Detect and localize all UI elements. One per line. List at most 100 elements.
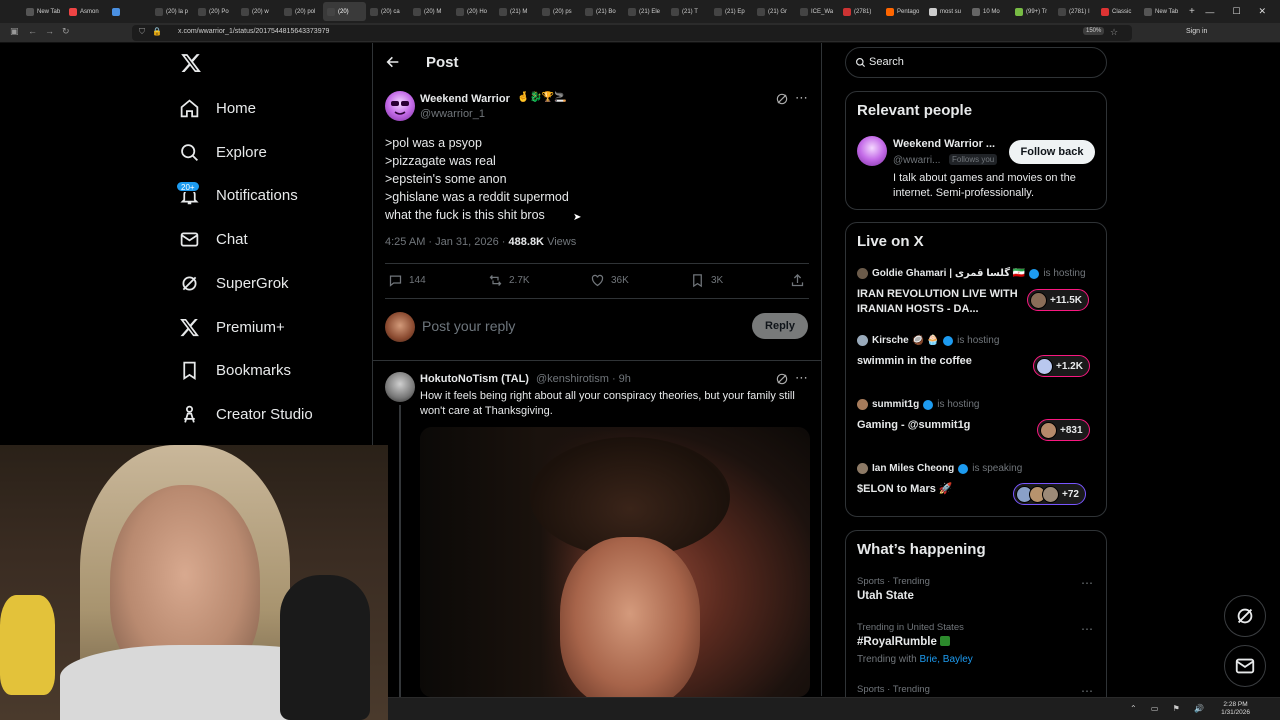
- nav-chat[interactable]: Chat: [179, 224, 248, 254]
- browser-tab[interactable]: 10 Mo: [968, 2, 1011, 21]
- reply-media-image[interactable]: [420, 427, 810, 697]
- nav-explore[interactable]: Explore: [179, 137, 267, 167]
- sidebar-toggle-icon[interactable]: ▣: [10, 26, 19, 37]
- relevant-handle[interactable]: @wwarri...: [893, 155, 940, 166]
- browser-tab[interactable]: (20): [323, 2, 366, 21]
- bookmark-star-icon[interactable]: ☆: [1110, 27, 1118, 38]
- browser-tab[interactable]: (21) Gr: [753, 2, 796, 21]
- trend-name[interactable]: #RoyalRumble: [857, 636, 950, 648]
- close-window-icon[interactable]: ✕: [1258, 6, 1266, 17]
- browser-tab[interactable]: (21) M: [495, 2, 538, 21]
- relevant-name[interactable]: Weekend Warrior ...: [893, 138, 995, 150]
- forward-nav-icon[interactable]: →: [45, 26, 54, 36]
- grok-fab[interactable]: [1224, 595, 1266, 637]
- live-host[interactable]: Ian Miles Cheong is speaking: [857, 463, 1022, 474]
- live-space-title[interactable]: swimmin in the coffee: [857, 354, 1022, 369]
- nav-home[interactable]: Home: [179, 93, 256, 123]
- browser-tab[interactable]: (2781) I: [1054, 2, 1097, 21]
- live-space-title[interactable]: Gaming - @summit1g: [857, 418, 1022, 433]
- browser-tab[interactable]: New Tab: [22, 2, 65, 21]
- browser-tab[interactable]: New Tab: [1140, 2, 1183, 21]
- relevant-avatar[interactable]: [857, 136, 887, 166]
- browser-tab[interactable]: Asmon: [65, 2, 108, 21]
- live-listeners-pill[interactable]: +11.5K: [1027, 289, 1089, 311]
- author-handle[interactable]: @wwarrior_1: [420, 108, 485, 120]
- browser-tab[interactable]: (99+) Tr: [1011, 2, 1054, 21]
- browser-tab[interactable]: (20) ps: [538, 2, 581, 21]
- browser-tab[interactable]: (20) la p: [151, 2, 194, 21]
- browser-tab[interactable]: (20) Ho: [452, 2, 495, 21]
- author-name[interactable]: Weekend Warrior: [420, 93, 510, 105]
- reply-button[interactable]: Reply: [752, 313, 808, 339]
- messages-fab[interactable]: [1224, 645, 1266, 687]
- reload-icon[interactable]: ↻: [62, 26, 70, 37]
- live-space-title[interactable]: $ELON to Mars 🚀: [857, 482, 1022, 497]
- live-listeners-pill[interactable]: +1.2K: [1033, 355, 1090, 377]
- author-avatar[interactable]: [385, 91, 415, 121]
- live-host[interactable]: summit1g is hosting: [857, 399, 979, 410]
- browser-tab[interactable]: (20) w: [237, 2, 280, 21]
- more-options-icon[interactable]: ⋯: [795, 370, 808, 386]
- search-placeholder[interactable]: Search: [869, 56, 904, 68]
- nav-supergrok[interactable]: SuperGrok: [179, 268, 289, 298]
- reply-input[interactable]: Post your reply: [422, 318, 515, 334]
- nav-bookmarks[interactable]: Bookmarks: [179, 355, 291, 385]
- trend-more-icon[interactable]: ⋯: [1081, 684, 1093, 698]
- reply-author-handle[interactable]: @kenshirotism · 9h: [536, 373, 631, 385]
- trend-more-icon[interactable]: ⋯: [1081, 622, 1093, 636]
- back-nav-icon[interactable]: ←: [28, 26, 37, 36]
- nav-premium[interactable]: Premium+: [179, 312, 285, 342]
- browser-tab[interactable]: (20) Po: [194, 2, 237, 21]
- user-avatar[interactable]: [385, 312, 415, 342]
- browser-tab[interactable]: (20) ca: [366, 2, 409, 21]
- trend-name[interactable]: Utah State: [857, 590, 914, 602]
- new-tab-icon[interactable]: +: [1189, 6, 1195, 17]
- like-action[interactable]: 36K: [590, 273, 629, 288]
- bookmark-action[interactable]: 3K: [690, 273, 723, 288]
- browser-tab[interactable]: (21) Ep: [710, 2, 753, 21]
- browser-tab[interactable]: (21) Ele: [624, 2, 667, 21]
- live-host[interactable]: Goldie Ghamari | گلسا قمری 🇮🇷 is hosting: [857, 268, 1086, 279]
- nav-creator-studio[interactable]: Creator Studio: [179, 399, 313, 429]
- taskbar-clock[interactable]: 2:28 PM 1/31/2026: [1221, 701, 1250, 717]
- live-listeners-pill[interactable]: +831: [1037, 419, 1090, 441]
- browser-tab[interactable]: (20) M: [409, 2, 452, 21]
- tab-label: most su: [940, 8, 962, 15]
- live-listeners-pill[interactable]: +72: [1013, 483, 1086, 505]
- maximize-icon[interactable]: ☐: [1232, 6, 1240, 17]
- grok-icon[interactable]: [775, 372, 789, 386]
- grok-icon[interactable]: [775, 92, 789, 106]
- browser-tab[interactable]: Pentago: [882, 2, 925, 21]
- browser-sign-in[interactable]: Sign in: [1186, 28, 1207, 35]
- url-text[interactable]: x.com/wwarrior_1/status/2017544815643373…: [178, 28, 329, 35]
- lock-icon[interactable]: 🔒: [152, 27, 162, 36]
- browser-tab[interactable]: (21) Bo: [581, 2, 624, 21]
- verified-icon: [1029, 268, 1040, 279]
- minimize-icon[interactable]: —: [1205, 7, 1214, 17]
- system-tray[interactable]: ⌃ ▭ ⚑ 🔊: [1130, 704, 1210, 713]
- repost-action[interactable]: 2.7K: [488, 273, 530, 288]
- x-logo-icon[interactable]: [180, 52, 202, 74]
- browser-tab[interactable]: most su: [925, 2, 968, 21]
- share-action[interactable]: [790, 273, 805, 288]
- zoom-level[interactable]: 150%: [1083, 27, 1105, 35]
- browser-tab[interactable]: [108, 2, 151, 21]
- back-arrow-icon[interactable]: [385, 54, 401, 70]
- browser-tab[interactable]: (21) T: [667, 2, 710, 21]
- browser-tab[interactable]: (20) pol: [280, 2, 323, 21]
- browser-tab[interactable]: (2781): [839, 2, 882, 21]
- reply-author-name[interactable]: HokutoNoTism (TAL): [420, 373, 529, 385]
- reply-action[interactable]: 144: [388, 273, 426, 288]
- browser-tab[interactable]: Classic: [1097, 2, 1140, 21]
- live-host[interactable]: Kirsche 🥥 🧁 is hosting: [857, 335, 999, 346]
- follow-back-button[interactable]: Follow back: [1009, 140, 1095, 164]
- live-space-title[interactable]: IRAN REVOLUTION LIVE WITH IRANIAN HOSTS …: [857, 287, 1022, 317]
- reply-author-avatar[interactable]: [385, 372, 415, 402]
- shield-icon[interactable]: ⛉: [139, 27, 145, 37]
- trending-with-names[interactable]: Brie, Bayley: [919, 654, 972, 665]
- browser-tab[interactable]: ICE_Wa: [796, 2, 839, 21]
- trend-more-icon[interactable]: ⋯: [1081, 576, 1093, 590]
- more-options-icon[interactable]: ⋯: [795, 90, 808, 106]
- post-time[interactable]: 4:25 AM · Jan 31, 2026 ·: [385, 236, 509, 248]
- repost-icon: [489, 275, 502, 286]
